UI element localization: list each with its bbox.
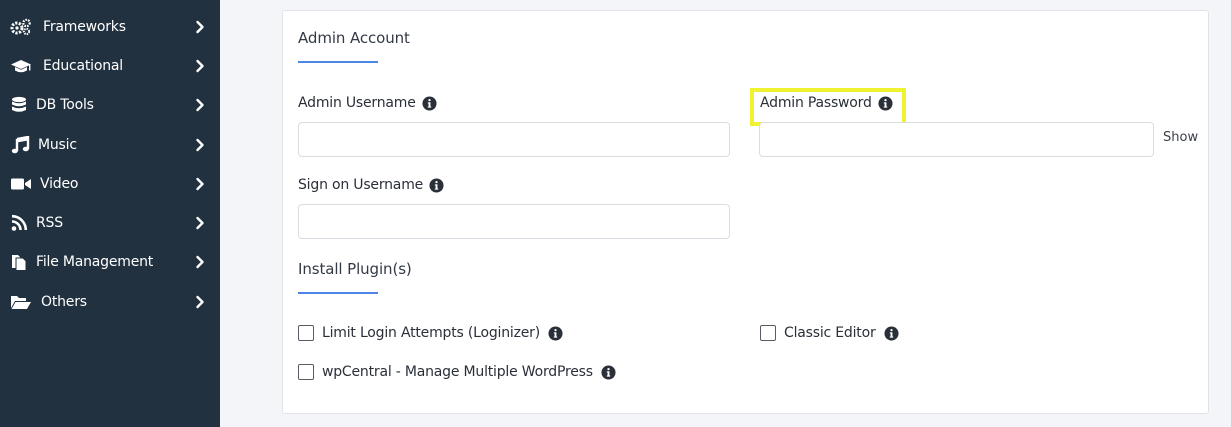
- sidebar-item-others[interactable]: Others: [0, 282, 220, 321]
- install-plugins-heading: Install Plugin(s): [298, 260, 412, 278]
- sidebar-item-label: Frameworks: [43, 18, 126, 35]
- section-underline: [298, 61, 378, 63]
- music-icon: [10, 135, 32, 154]
- admin-username-label-text: Admin Username: [298, 95, 416, 111]
- database-icon: [10, 96, 32, 114]
- video-camera-icon: [10, 175, 32, 193]
- admin-password-input[interactable]: [759, 122, 1154, 157]
- admin-username-label: Admin Username: [298, 95, 437, 111]
- chevron-right-icon: [193, 295, 207, 309]
- info-icon[interactable]: [883, 325, 899, 341]
- info-icon[interactable]: [422, 95, 437, 111]
- sidebar-item-rss[interactable]: RSS: [0, 203, 220, 242]
- highlight-box: [750, 88, 906, 126]
- rss-icon: [10, 214, 32, 232]
- sidebar: Frameworks Educational DB Tools Music Vi…: [0, 0, 220, 427]
- sidebar-item-label: Educational: [43, 57, 123, 74]
- sidebar-item-educational[interactable]: Educational: [0, 46, 220, 85]
- folder-open-icon: [10, 293, 32, 311]
- plugin-option-classic-editor[interactable]: Classic Editor: [760, 325, 899, 341]
- loginizer-checkbox[interactable]: [298, 325, 314, 341]
- classic-editor-checkbox[interactable]: [760, 325, 776, 341]
- info-icon[interactable]: [548, 325, 563, 341]
- info-icon[interactable]: [601, 364, 616, 380]
- chevron-right-icon: [193, 20, 207, 34]
- chevron-right-icon: [193, 59, 207, 73]
- sidebar-item-music[interactable]: Music: [0, 125, 220, 164]
- sidebar-item-video[interactable]: Video: [0, 164, 220, 203]
- sidebar-item-label: Video: [40, 175, 79, 192]
- chevron-right-icon: [193, 216, 207, 230]
- sign-on-username-input[interactable]: [298, 204, 730, 239]
- admin-username-input[interactable]: [298, 122, 730, 157]
- chevron-right-icon: [193, 98, 207, 112]
- plugin-option-loginizer[interactable]: Limit Login Attempts (Loginizer): [298, 325, 563, 341]
- files-icon: [10, 253, 32, 271]
- chevron-right-icon: [193, 177, 207, 191]
- sidebar-item-label: RSS: [36, 214, 63, 231]
- plugin-option-label: Limit Login Attempts (Loginizer): [322, 325, 540, 341]
- sidebar-item-label: File Management: [36, 253, 154, 270]
- graduation-cap-icon: [10, 57, 32, 75]
- sign-on-username-label: Sign on Username: [298, 177, 444, 193]
- show-password-toggle[interactable]: Show: [1163, 130, 1198, 145]
- info-icon[interactable]: [429, 177, 444, 193]
- sidebar-item-label: Others: [41, 293, 87, 310]
- section-underline: [298, 292, 378, 294]
- plugin-option-label: wpCentral - Manage Multiple WordPress: [322, 364, 593, 380]
- cogs-icon: [10, 18, 32, 36]
- sidebar-item-label: DB Tools: [36, 96, 94, 113]
- sign-on-username-label-text: Sign on Username: [298, 177, 424, 193]
- sidebar-item-db-tools[interactable]: DB Tools: [0, 85, 220, 124]
- admin-account-heading: Admin Account: [298, 29, 410, 47]
- plugin-option-wpcentral[interactable]: wpCentral - Manage Multiple WordPress: [298, 364, 616, 380]
- sidebar-item-file-management[interactable]: File Management: [0, 242, 220, 281]
- sidebar-item-label: Music: [38, 136, 77, 153]
- chevron-right-icon: [193, 255, 207, 269]
- chevron-right-icon: [193, 138, 207, 152]
- plugin-option-label: Classic Editor: [784, 325, 876, 341]
- sidebar-item-frameworks[interactable]: Frameworks: [0, 7, 220, 46]
- wpcentral-checkbox[interactable]: [298, 364, 314, 380]
